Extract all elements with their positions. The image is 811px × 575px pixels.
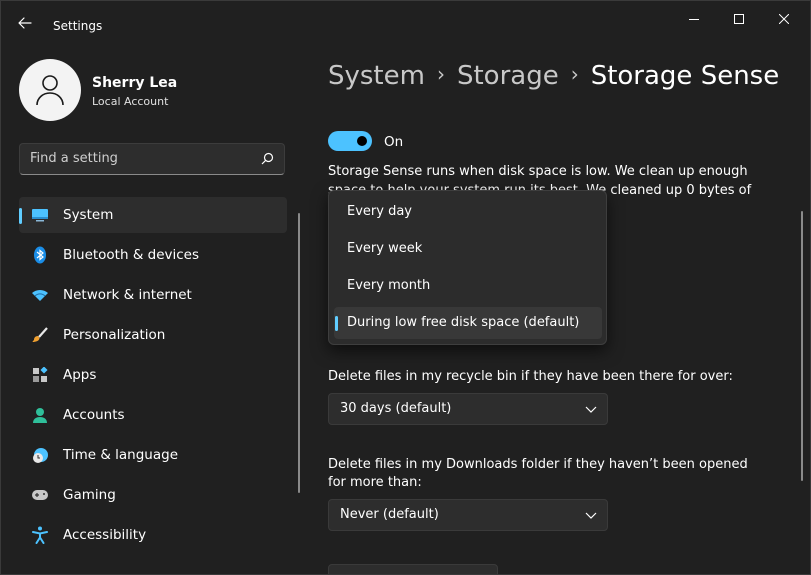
main-scrollbar[interactable] [801, 211, 803, 481]
maximize-button[interactable] [716, 6, 762, 32]
sidebar-item-label: Network & internet [63, 287, 192, 303]
sidebar-item-bluetooth[interactable]: Bluetooth & devices [19, 237, 287, 273]
time-language-icon [31, 446, 49, 464]
sidebar-item-gaming[interactable]: Gaming [19, 477, 287, 513]
accessibility-icon [31, 526, 49, 544]
breadcrumb-separator: › [436, 62, 445, 86]
system-icon [31, 206, 49, 224]
person-icon [36, 75, 64, 106]
recycle-bin-dropdown[interactable]: 30 days (default) [328, 393, 608, 425]
sidebar-scrollbar[interactable] [298, 213, 300, 493]
menu-item-label: Every week [347, 241, 423, 256]
back-button[interactable] [11, 11, 39, 35]
sidebar-item-label: System [63, 207, 114, 223]
chevron-down-icon [585, 512, 597, 519]
sidebar-item-personalization[interactable]: Personalization [19, 317, 287, 353]
search-box[interactable] [19, 143, 285, 175]
sidebar-item-label: Accounts [63, 407, 125, 423]
downloads-value: Never (default) [340, 507, 439, 522]
sidebar-item-label: Time & language [63, 447, 179, 463]
back-arrow-icon [18, 17, 32, 29]
toggle-state-label: On [384, 134, 404, 150]
recycle-bin-label: Delete files in my recycle bin if they h… [328, 369, 733, 384]
menu-item-label: Every month [347, 278, 431, 293]
breadcrumb-storage[interactable]: Storage [457, 61, 559, 91]
search-input[interactable] [30, 151, 250, 166]
sidebar-item-label: Gaming [63, 487, 116, 503]
page-title: Storage Sense [590, 61, 780, 91]
toggle-knob [357, 136, 367, 146]
run-frequency-menu: Every day Every week Every month During … [328, 190, 607, 345]
maximize-icon [734, 14, 744, 24]
gamepad-icon [31, 486, 49, 504]
apps-icon [31, 366, 49, 384]
account-type: Local Account [92, 95, 169, 108]
sidebar-item-label: Accessibility [63, 527, 147, 543]
app-title: Settings [53, 19, 103, 33]
storage-sense-toggle[interactable] [328, 131, 372, 151]
sidebar-item-label: Bluetooth & devices [63, 247, 200, 263]
wifi-icon [31, 286, 49, 304]
sidebar-item-time-language[interactable]: Time & language [19, 437, 287, 473]
sidebar-item-label: Personalization [63, 327, 166, 343]
close-icon [779, 14, 789, 24]
title-bar: Settings [1, 1, 810, 41]
search-icon[interactable] [261, 152, 274, 165]
menu-item-every-month[interactable]: Every month [334, 270, 602, 302]
sidebar-item-system[interactable]: System [19, 197, 287, 233]
brush-icon [31, 326, 49, 344]
sidebar-item-accounts[interactable]: Accounts [19, 397, 287, 433]
downloads-label: Delete files in my Downloads folder if t… [328, 457, 748, 490]
chevron-down-icon [585, 406, 597, 413]
close-button[interactable] [761, 6, 807, 32]
sidebar-item-accessibility[interactable]: Accessibility [19, 517, 287, 553]
selection-indicator [19, 208, 22, 224]
minimize-button[interactable] [671, 6, 717, 32]
recycle-bin-value: 30 days (default) [340, 401, 452, 416]
minimize-icon [689, 19, 699, 20]
sidebar-item-apps[interactable]: Apps [19, 357, 287, 393]
avatar[interactable] [19, 59, 81, 121]
selection-indicator [335, 316, 338, 331]
run-storage-sense-button[interactable] [328, 564, 498, 574]
bluetooth-icon [31, 246, 49, 264]
menu-item-every-day[interactable]: Every day [334, 196, 602, 228]
sidebar-nav: System Bluetooth & devices Network & int… [19, 197, 287, 557]
sidebar-item-label: Apps [63, 367, 97, 383]
menu-item-label: Every day [347, 204, 412, 219]
accounts-icon [31, 406, 49, 424]
menu-item-label: During low free disk space (default) [347, 315, 580, 330]
breadcrumb-system[interactable]: System [328, 61, 425, 91]
user-name: Sherry Lea [92, 75, 178, 91]
settings-window: Settings Sherry Lea Local Account Find a… [0, 0, 811, 575]
menu-item-every-week[interactable]: Every week [334, 233, 602, 265]
sidebar-item-network[interactable]: Network & internet [19, 277, 287, 313]
breadcrumb: System › Storage › Storage Sense [328, 61, 779, 101]
menu-item-low-disk-space[interactable]: During low free disk space (default) [334, 307, 602, 339]
breadcrumb-separator: › [570, 62, 579, 86]
downloads-dropdown[interactable]: Never (default) [328, 499, 608, 531]
